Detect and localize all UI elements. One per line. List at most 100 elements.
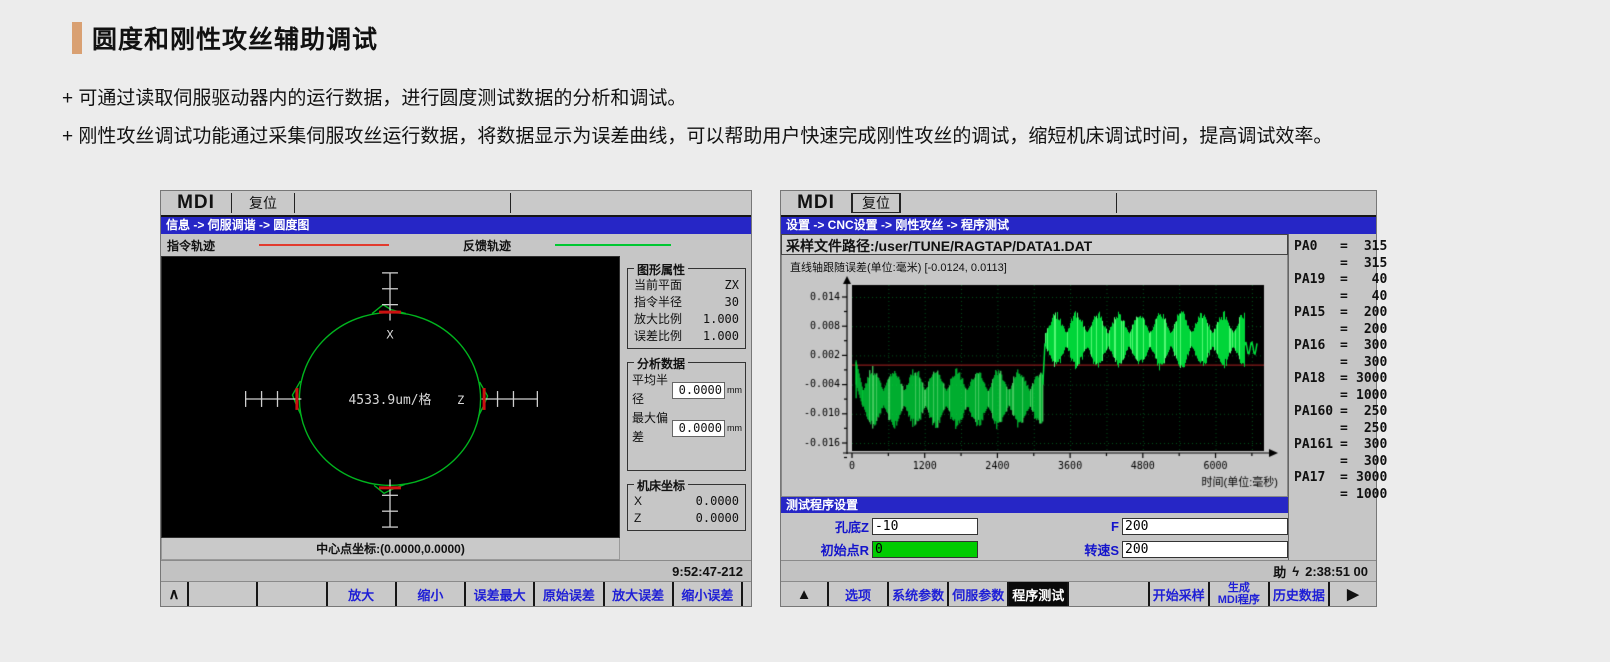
- tapping-chart-box: 直线轴跟随误差(单位:毫米) [-0.0124, 0.0113]: [781, 255, 1288, 497]
- softkey-blank: [1067, 582, 1147, 606]
- speed-s-label: 转速S: [1068, 540, 1119, 559]
- param-row: =300: [1294, 355, 1387, 372]
- breadcrumb: 设置 -> CNC设置 -> 刚性攻丝 -> 程序测试: [781, 217, 1376, 234]
- start-point-r-label: 初始点R: [781, 540, 869, 559]
- param-row: PA15=200: [1294, 305, 1387, 322]
- groupbox-title: 分析数据: [634, 355, 688, 372]
- tapping-screenshot-window: MDI 复位 设置 -> CNC设置 -> 刚性攻丝 -> 程序测试 采样文件路…: [780, 190, 1377, 607]
- marker-left: [295, 388, 298, 410]
- left-softkey-row: ∧ 放大缩小误差最大原始误差放大误差缩小误差: [161, 582, 751, 606]
- feed-f-label: F: [1068, 519, 1119, 534]
- groupbox-title: 图形属性: [634, 261, 688, 278]
- fb-trace-label: 反馈轨迹: [463, 237, 511, 254]
- cmd-trace-label: 指令轨迹: [167, 237, 215, 254]
- softkey-▲[interactable]: ▲: [781, 582, 827, 606]
- softkey-缩小误差[interactable]: 缩小误差: [672, 582, 741, 606]
- param-row: PA16=300: [1294, 338, 1387, 355]
- chart-title: 直线轴跟随误差(单位:毫米) [-0.0124, 0.0113]: [790, 259, 1007, 275]
- clock-readout: 2:38:51 00: [1305, 564, 1368, 579]
- param-row: PA160=250: [1294, 404, 1387, 421]
- form-row-2: 初始点R 转速S: [781, 539, 1288, 560]
- tab-reset[interactable]: 复位: [852, 193, 900, 213]
- unit-label: mm: [727, 419, 741, 438]
- softkey-放大[interactable]: 放大: [326, 582, 395, 606]
- max-deviation-field: 0.0000: [672, 420, 725, 437]
- prop-label: 当前平面: [634, 277, 682, 294]
- left-tab-bar: MDI 复位: [161, 191, 751, 217]
- sample-file-path: 采样文件路径:/user/TUNE/RAGTAP/DATA1.DAT: [781, 234, 1288, 255]
- softkey-程序测试[interactable]: 程序测试: [1007, 582, 1067, 606]
- tab-mdi[interactable]: MDI: [161, 191, 231, 215]
- clock-readout: 9:52:47-212: [672, 564, 743, 579]
- softkey-原始误差[interactable]: 原始误差: [533, 582, 602, 606]
- roundness-plot: X Z 4533.9um/格: [161, 256, 620, 538]
- hole-bottom-z-input[interactable]: [872, 518, 978, 535]
- accent-bar: [72, 22, 82, 54]
- mean-radius-field: 0.0000: [672, 382, 725, 399]
- scale-per-grid-label: 4533.9um/格: [349, 392, 432, 408]
- page-title: 圆度和刚性攻丝辅助调试: [92, 20, 378, 56]
- param-row: PA0=315: [1294, 239, 1387, 256]
- tapping-error-chart: [782, 275, 1288, 499]
- servo-parameter-panel: PA0=315=315PA19=40=40PA15=200=200PA16=30…: [1288, 234, 1392, 560]
- speed-s-input[interactable]: [1122, 541, 1288, 558]
- marker-right: [483, 388, 486, 410]
- axis-label-x: X: [386, 327, 394, 341]
- param-row: =200: [1294, 322, 1387, 339]
- softkey-blank: [187, 582, 256, 606]
- groupbox-title: 机床坐标: [634, 477, 688, 494]
- coord-value: 0.0000: [696, 493, 739, 510]
- tab-separator: [1116, 193, 1117, 213]
- feed-f-input[interactable]: [1122, 518, 1288, 535]
- analysis-label: 平均半径: [632, 371, 672, 409]
- bullet-list: + 可通过读取伺服驱动器内的运行数据，进行圆度测试数据的分析和调试。 + 刚性攻…: [62, 86, 1582, 162]
- tab-mdi[interactable]: MDI: [781, 191, 851, 215]
- status-icon-2: ϟ: [1292, 564, 1299, 579]
- softkey-系统参数[interactable]: 系统参数: [887, 582, 947, 606]
- groupbox-graph-props: 图形属性 当前平面ZX 指令半径30 放大比例1.000 误差比例1.000: [627, 268, 746, 349]
- ruler-right: [482, 391, 538, 407]
- center-coordinate-readout: 中心点坐标:(0.0000,0.0000): [161, 538, 620, 560]
- prop-value: 30: [725, 294, 739, 311]
- softkey-stub: [741, 582, 751, 606]
- softkey-开始采样[interactable]: 开始采样: [1148, 582, 1208, 606]
- softkey-▶[interactable]: ▶: [1328, 582, 1376, 606]
- param-row: PA17=3000: [1294, 470, 1387, 487]
- prop-value: 1.000: [703, 328, 739, 345]
- cmd-trace-swatch: [259, 244, 389, 246]
- softkey-缩小[interactable]: 缩小: [395, 582, 464, 606]
- slide-page: 圆度和刚性攻丝辅助调试 + 可通过读取伺服驱动器内的运行数据，进行圆度测试数据的…: [0, 0, 1610, 662]
- analysis-label: 最大偏差: [632, 409, 672, 447]
- softkey-误差最大[interactable]: 误差最大: [464, 582, 533, 606]
- softkey-blank: [256, 582, 325, 606]
- prop-label: 误差比例: [634, 328, 682, 345]
- softkey-放大误差[interactable]: 放大误差: [603, 582, 672, 606]
- axis-label-z: Z: [457, 393, 464, 407]
- hole-bottom-z-label: 孔底Z: [781, 517, 869, 536]
- status-icon-1: 助: [1273, 562, 1286, 581]
- param-row: =250: [1294, 421, 1387, 438]
- param-row: =315: [1294, 256, 1387, 273]
- marker-top: [379, 311, 401, 314]
- bullet-1: + 可通过读取伺服驱动器内的运行数据，进行圆度测试数据的分析和调试。: [62, 86, 1582, 111]
- tab-separator: [510, 193, 511, 213]
- form-row-1: 孔底Z F: [781, 516, 1288, 537]
- left-status-bar: 9:52:47-212: [161, 560, 751, 582]
- softkey-历史数据[interactable]: 历史数据: [1268, 582, 1328, 606]
- marker-bottom: [379, 486, 401, 489]
- softkey-∧[interactable]: ∧: [161, 582, 187, 606]
- tab-space: [901, 191, 1116, 215]
- softkey-选项[interactable]: 选项: [827, 582, 887, 606]
- coord-label: Z: [634, 510, 641, 527]
- softkey-伺服参数[interactable]: 伺服参数: [947, 582, 1007, 606]
- param-row: =1000: [1294, 388, 1387, 405]
- right-status-bar: 助 ϟ 2:38:51 00: [781, 560, 1376, 582]
- roundness-plot-svg: X Z 4533.9um/格: [162, 257, 619, 537]
- softkey-生成MDI程序[interactable]: 生成 MDI程序: [1208, 582, 1268, 606]
- param-row: PA161=300: [1294, 437, 1387, 454]
- start-point-r-input[interactable]: [872, 541, 978, 558]
- roundness-side-panel: 图形属性 当前平面ZX 指令半径30 放大比例1.000 误差比例1.000 分…: [620, 256, 751, 560]
- tab-reset[interactable]: 复位: [232, 191, 294, 215]
- prop-value: 1.000: [703, 311, 739, 328]
- roundness-screenshot-window: MDI 复位 信息 -> 伺服调谐 -> 圆度图 指令轨迹 反馈轨迹: [160, 190, 752, 607]
